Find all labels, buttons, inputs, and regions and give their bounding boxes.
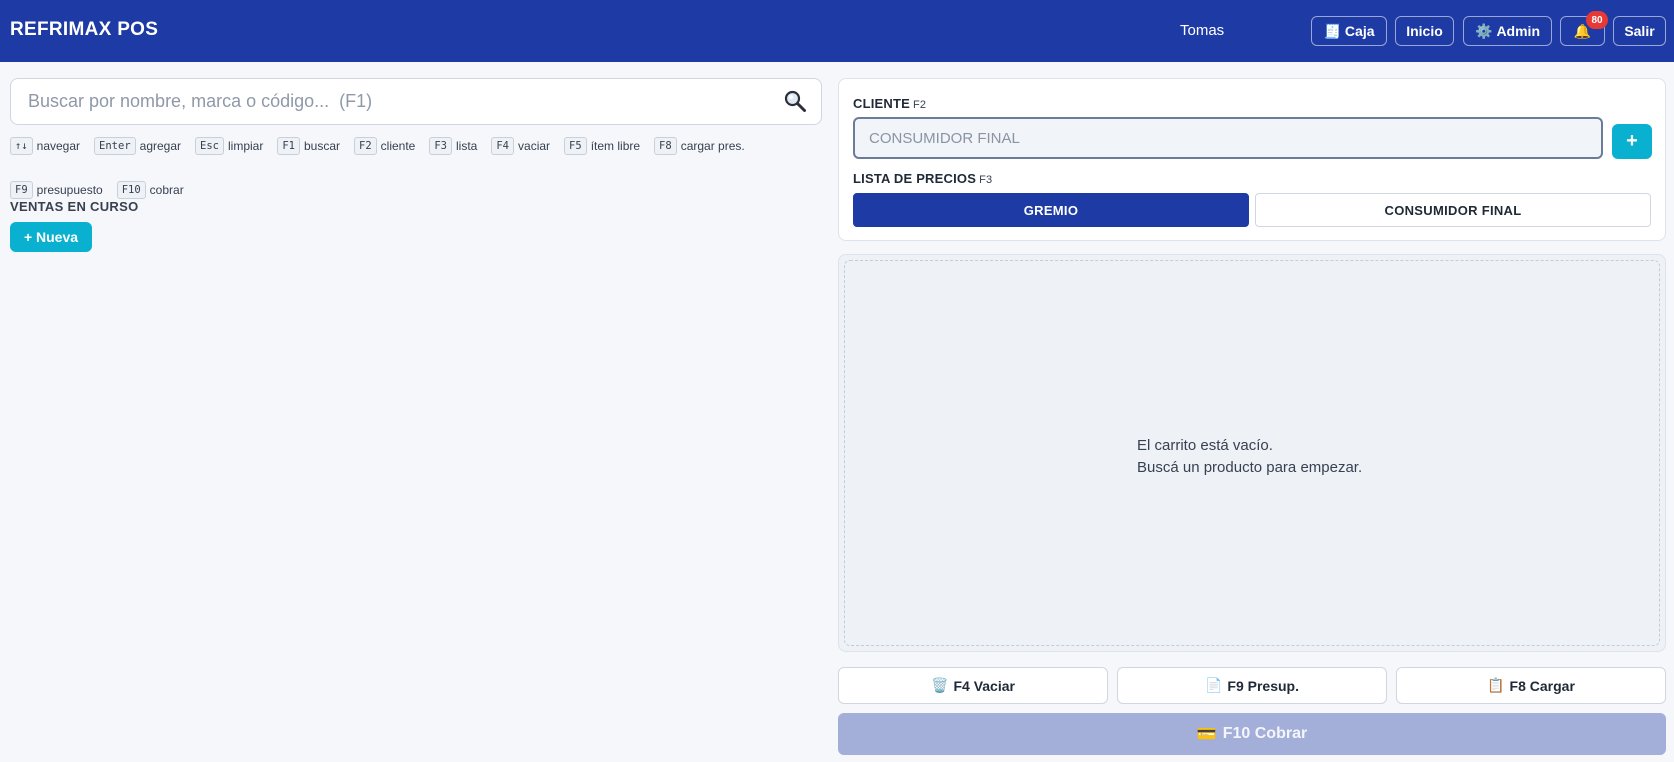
app-brand: REFRIMAX POS (10, 19, 159, 40)
client-label: CLIENTE F2 (853, 96, 926, 111)
search-input[interactable] (11, 79, 771, 124)
shortcut-item: F10 cobrar (116, 181, 184, 199)
salir-label: Salir (1624, 23, 1655, 39)
shortcut-label: cargar pres. (680, 139, 745, 153)
shortcut-label: agregar (139, 139, 182, 153)
shortcut-key: F5 (564, 137, 587, 155)
shortcut-key: ↑↓ (10, 137, 33, 155)
notification-count-badge: 80 (1586, 11, 1608, 29)
client-card: CLIENTEF2 + LISTA DE PRECIOSF3 GREMIO CO… (838, 78, 1666, 241)
shortcut-item: ↑↓ navegar (10, 137, 80, 155)
clear-cart-label: F4 Vaciar (953, 677, 1015, 694)
sales-in-progress-title: VENTAS EN CURSO (10, 199, 139, 214)
quote-button[interactable]: 📄 F9 Presup. (1117, 667, 1387, 704)
shortcut-label: vaciar (518, 139, 551, 153)
shortcut-key: F4 (491, 137, 515, 155)
shortcut-item: Enter agregar (94, 137, 181, 155)
charge-button[interactable]: 💳 F10 Cobrar (838, 713, 1666, 755)
caja-button[interactable]: 🧾 Caja (1311, 16, 1387, 46)
shortcut-item: F1 buscar (277, 137, 340, 155)
cart-area: El carrito está vacío. Buscá un producto… (838, 254, 1666, 652)
price-list-label-text: LISTA DE PRECIOS (853, 171, 977, 186)
shortcut-key: F8 (654, 137, 677, 155)
shortcut-key: Enter (94, 137, 136, 155)
shortcut-item: F8 cargar pres. (654, 137, 745, 155)
clipboard-icon: 📋 (1487, 677, 1505, 693)
shortcut-item: F5 ítem libre (564, 137, 640, 155)
shortcut-key: Esc (195, 137, 224, 155)
logout-button[interactable]: Salir (1613, 16, 1666, 46)
shortcut-item: F3 lista (429, 137, 477, 155)
shortcut-label: limpiar (227, 139, 264, 153)
add-client-button[interactable]: + (1612, 124, 1652, 159)
shortcut-key: F2 (354, 137, 377, 155)
caja-label: Caja (1344, 23, 1375, 39)
shortcut-label: cobrar (149, 183, 184, 197)
price-list-gremio-button[interactable]: GREMIO (853, 193, 1249, 227)
shortcut-label: cliente (380, 139, 416, 153)
shortcut-key: F3 (429, 137, 453, 155)
client-shortcut-key: F2 (913, 99, 927, 111)
document-icon: 📄 (1204, 677, 1223, 693)
shortcut-item: Esc limpiar (195, 137, 263, 155)
shortcut-item: F2 cliente (354, 137, 415, 155)
price-list-label: LISTA DE PRECIOS F3 (853, 171, 992, 186)
quote-label: F9 Presup. (1227, 677, 1300, 694)
cart-empty-line-1: El carrito está vacío. (1137, 437, 1273, 454)
load-quote-label: F8 Cargar (1509, 677, 1575, 694)
top-bar: REFRIMAX POS Tomas 🧾 Caja Inicio ⚙️ Admi… (0, 0, 1674, 62)
search-icon[interactable] (783, 89, 807, 113)
shortcut-key: F9 (10, 181, 33, 199)
shortcut-label: buscar (303, 139, 341, 153)
shortcut-key: F1 (277, 137, 300, 155)
shortcut-key: F10 (116, 181, 146, 199)
price-list-shortcut-key: F3 (979, 174, 993, 186)
shortcut-item: F4 vaciar (491, 137, 550, 155)
admin-button[interactable]: ⚙️ Admin (1463, 16, 1552, 46)
credit-card-icon: 💳 (1196, 726, 1217, 743)
new-sale-button[interactable]: + Nueva (10, 222, 92, 252)
trash-icon: 🗑️ (931, 677, 949, 693)
shortcut-label: lista (456, 139, 478, 153)
shortcut-label: navegar (36, 139, 81, 153)
load-quote-button[interactable]: 📋 F8 Cargar (1396, 667, 1666, 704)
price-list-consumidor-final-button[interactable]: CONSUMIDOR FINAL (1255, 193, 1651, 227)
charge-label: F10 Cobrar (1222, 725, 1308, 742)
client-input[interactable] (853, 117, 1603, 159)
client-label-text: CLIENTE (853, 96, 911, 111)
gear-icon: ⚙️ (1475, 22, 1493, 39)
notifications-button[interactable]: 🔔 80 (1560, 11, 1608, 46)
keyboard-shortcuts: ↑↓ navegar Enter agregar Esc limpiar F1 buscar F… (10, 137, 822, 199)
clear-cart-button[interactable]: 🗑️ F4 Vaciar (838, 667, 1108, 704)
search-box (10, 78, 822, 125)
cart-empty-line-2: Buscá un producto para empezar. (1137, 459, 1363, 476)
shortcut-label: presupuesto (36, 183, 103, 197)
receipt-icon: 🧾 (1323, 22, 1341, 39)
shortcut-item: F9 presupuesto (10, 181, 103, 199)
user-name: Tomas (1180, 22, 1225, 39)
admin-label: Admin (1496, 23, 1540, 39)
cart-empty-message: El carrito está vacío. Buscá un producto… (1137, 435, 1362, 479)
inicio-label: Inicio (1406, 23, 1443, 39)
shortcut-label: ítem libre (590, 139, 641, 153)
inicio-button[interactable]: Inicio (1395, 16, 1454, 46)
